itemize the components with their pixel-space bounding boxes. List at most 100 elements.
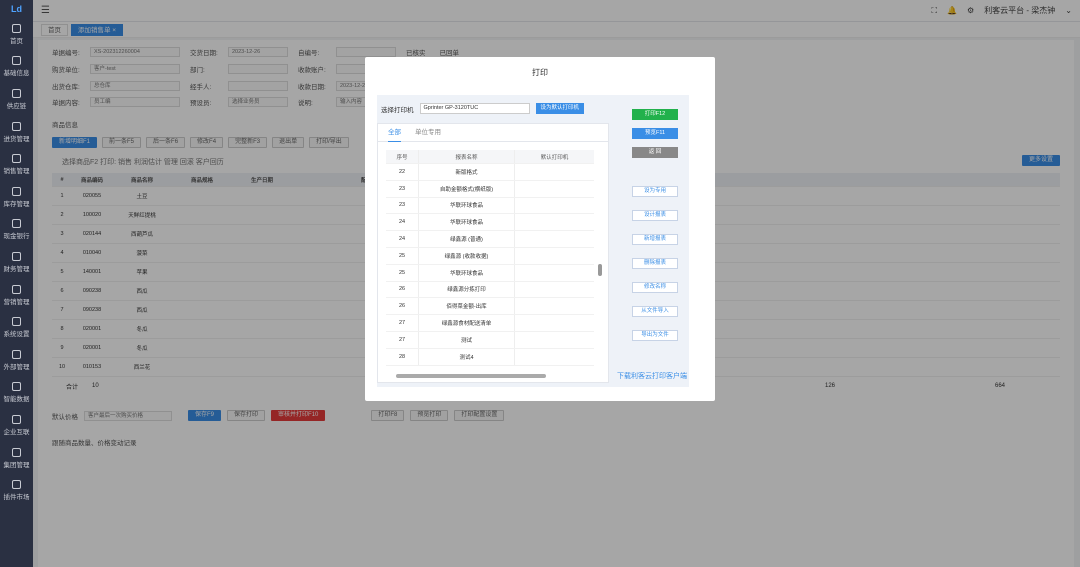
new-report-button[interactable]: 新增报表 — [632, 234, 678, 245]
report-number: 25 — [398, 252, 406, 259]
report-name: 佰得菜金额-出库 — [418, 298, 514, 315]
sidebar-item-label: 进货管理 — [3, 135, 30, 143]
report-name: 测试4 — [418, 348, 514, 365]
settings-icon — [12, 317, 21, 327]
sidebar-item[interactable]: 集团管理 — [0, 442, 33, 475]
sidebar-item[interactable]: 插件市场 — [0, 474, 33, 507]
group-icon — [12, 447, 21, 457]
delete-report-button[interactable]: 删除报表 — [632, 258, 678, 269]
vertical-scrollbar[interactable] — [598, 164, 602, 364]
report-header-cell: 报表名称 — [418, 150, 514, 163]
report-header-cell: 序号 — [396, 154, 408, 161]
report-number: 27 — [398, 320, 406, 327]
report-default-printer — [514, 247, 594, 264]
sidebar-item[interactable]: 财务管理 — [0, 246, 33, 279]
sidebar-item[interactable]: 营销管理 — [0, 279, 33, 312]
sidebar-item[interactable]: 基础信息 — [0, 51, 33, 84]
sidebar-item[interactable]: 供应链 — [0, 83, 33, 116]
scroll-thumb[interactable] — [396, 374, 546, 378]
preview-button[interactable]: 预览F11 — [632, 128, 678, 139]
link-icon — [12, 414, 21, 424]
sidebar-item-label: 营销管理 — [3, 298, 30, 306]
report-header-cell: 默认打印机 — [514, 150, 594, 163]
report-number: 24 — [398, 219, 406, 226]
sidebar-item-label: 基础信息 — [3, 70, 30, 78]
sidebar-item-label: 外部管理 — [3, 363, 30, 371]
report-table-header: 序号 报表名称 默认打印机 — [386, 150, 594, 164]
chain-icon — [12, 88, 21, 98]
print-now-button[interactable]: 打印F12 — [632, 109, 678, 120]
report-row[interactable]: 27 绿鑫源食材配送清单 — [386, 315, 594, 332]
report-row[interactable]: 25 绿鑫源 (收款收据) — [386, 247, 594, 265]
sidebar-item[interactable]: 首页 — [0, 18, 33, 51]
sidebar-item-label: 系统设置 — [3, 331, 30, 339]
sidebar-item[interactable]: 库存管理 — [0, 181, 33, 214]
report-row[interactable]: 22 新版格式 — [386, 164, 594, 181]
dialog-right-panel: 打印F12 预览F11 返 回 设为专用 设计报表 新增报表 删除报表 修改名称… — [621, 95, 689, 387]
report-default-printer — [514, 281, 594, 298]
sidebar-item-label: 现金银行 — [3, 233, 30, 241]
cart-icon — [12, 121, 21, 131]
sidebar-item-label: 插件市场 — [3, 494, 30, 502]
report-table-panel: 全部 单位专用 序号 报表名称 默认打印机 22 新版格式 23 自助金额格式(横纸版) 23… — [377, 123, 609, 383]
sidebar-item[interactable]: 系统设置 — [0, 311, 33, 344]
report-row[interactable]: 24 华联环球食品 — [386, 214, 594, 232]
app-logo: Ld — [11, 4, 22, 14]
tab-all[interactable]: 全部 — [388, 124, 401, 142]
scroll-thumb[interactable] — [598, 264, 602, 276]
download-client-link[interactable]: 下载利客云打印客户端 — [617, 371, 687, 381]
sidebar-item[interactable]: 进货管理 — [0, 116, 33, 149]
report-row[interactable]: 23 华联环球食品 — [386, 197, 594, 215]
sidebar-item[interactable]: 现金银行 — [0, 214, 33, 247]
report-name: 自助金额格式(横纸版) — [418, 180, 514, 197]
report-number: 26 — [398, 286, 406, 293]
sidebar-item-label: 智能数据 — [3, 396, 30, 404]
set-exclusive-button[interactable]: 设为专用 — [632, 186, 678, 197]
report-name: 华联环球食品 — [418, 264, 514, 281]
report-number: 23 — [398, 202, 406, 209]
printer-select[interactable]: Gprinter GP-3120TUC — [419, 103, 530, 114]
report-default-printer — [514, 197, 594, 214]
printer-label: 选择打印机 — [381, 106, 414, 114]
report-row[interactable]: 23 自助金额格式(横纸版) — [386, 180, 594, 198]
report-number: 24 — [398, 236, 406, 243]
report-name: 绿鑫源 (收款收据) — [418, 247, 514, 264]
sidebar-item[interactable]: 智能数据 — [0, 377, 33, 410]
report-number: 26 — [398, 303, 406, 310]
sidebar-item[interactable]: 销售管理 — [0, 148, 33, 181]
marketing-icon — [12, 284, 21, 294]
sidebar-item[interactable]: 外部管理 — [0, 344, 33, 377]
design-report-button[interactable]: 设计报表 — [632, 210, 678, 221]
back-button[interactable]: 返 回 — [632, 147, 678, 158]
set-default-printer-button[interactable]: 设为默认打印机 — [535, 103, 585, 114]
report-row[interactable]: 24 绿鑫源 (普通) — [386, 231, 594, 248]
report-default-printer — [514, 298, 594, 315]
data-icon — [12, 382, 21, 392]
sales-icon — [12, 154, 21, 164]
tab-unit-only[interactable]: 单位专用 — [415, 124, 441, 142]
export-file-button[interactable]: 导出为文件 — [632, 330, 678, 341]
rename-button[interactable]: 修改名称 — [632, 282, 678, 293]
sidebar-item[interactable]: 企业互联 — [0, 409, 33, 442]
report-name: 测试 — [418, 331, 514, 348]
sidebar-item-label: 财务管理 — [3, 265, 30, 273]
report-default-printer — [514, 264, 594, 281]
bank-icon — [12, 219, 21, 229]
import-file-button[interactable]: 从文件导入 — [632, 306, 678, 317]
report-name: 华联环球食品 — [418, 214, 514, 231]
report-row[interactable]: 28 测试4 — [386, 348, 594, 366]
report-row[interactable]: 25 华联环球食品 — [386, 264, 594, 282]
printer-row: 选择打印机 Gprinter GP-3120TUC 设为默认打印机 — [381, 103, 585, 114]
horizontal-scrollbar[interactable] — [386, 374, 600, 378]
external-icon — [12, 349, 21, 359]
sidebar-item-label: 集团管理 — [3, 461, 30, 469]
report-row[interactable]: 27 测试 — [386, 331, 594, 349]
plugin-icon — [12, 480, 21, 490]
report-row[interactable]: 26 绿鑫源分拣打印 — [386, 281, 594, 299]
home-icon — [12, 23, 21, 33]
report-name: 华联环球食品 — [418, 197, 514, 214]
report-number: 22 — [398, 168, 406, 175]
sidebar-item-label: 销售管理 — [3, 168, 30, 176]
report-row[interactable]: 26 佰得菜金额-出库 — [386, 298, 594, 316]
report-number: 28 — [398, 353, 406, 360]
